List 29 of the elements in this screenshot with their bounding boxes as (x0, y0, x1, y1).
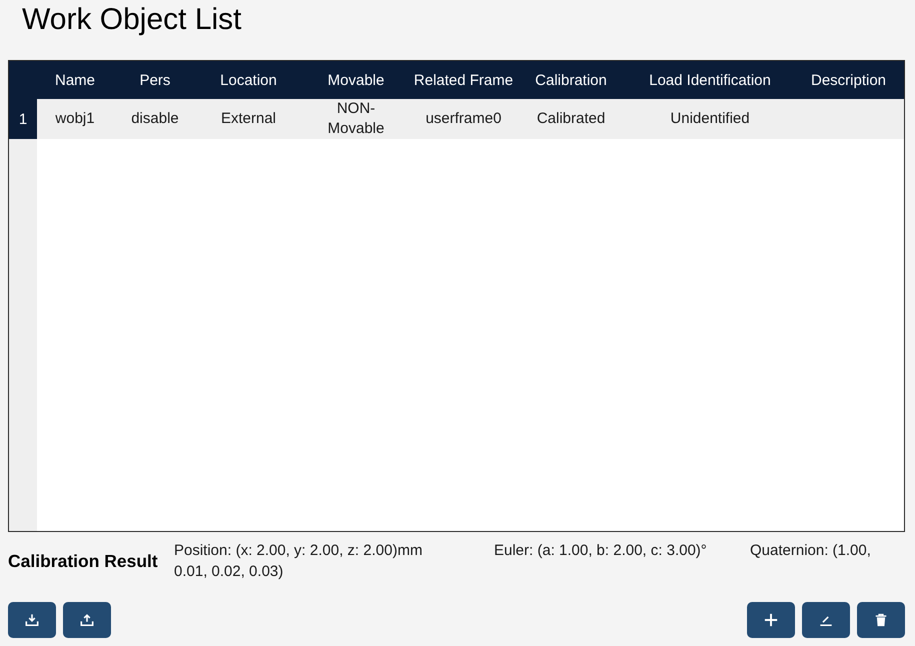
trash-icon (874, 613, 888, 627)
download-icon (25, 613, 39, 627)
page-title: Work Object List (21, 2, 243, 38)
column-header: Calibration (534, 70, 608, 90)
calibration-result-label: Calibration Result (8, 550, 159, 572)
table-cell-text: Unidentified (669, 109, 751, 129)
column-header: Name (54, 70, 96, 90)
table-cell-text: NON-Movable (326, 99, 386, 139)
row-number-cell: 1 (9, 99, 37, 139)
table-cell-text: userframe0 (424, 109, 502, 129)
column-header: Load Identification (648, 70, 772, 90)
column-header: Pers (138, 70, 172, 90)
plus-icon (764, 613, 778, 627)
column-header: Description (810, 70, 888, 90)
edit-button[interactable] (802, 602, 850, 638)
column-header: Movable (326, 70, 386, 90)
upload-button[interactable] (63, 602, 111, 638)
delete-button[interactable] (857, 602, 905, 638)
calibration-values: Position: (x: 2.00, y: 2.00, z: 2.00)mm Euler: (a: 1.00, b: 2.00, c: 3.00)° Quaternion: (1.00, 0.01, 0.02, 0.03) (174, 541, 872, 582)
table-cell-text: disable (130, 109, 180, 129)
table-cell-text: External (220, 109, 278, 129)
column-header: Location (219, 70, 278, 90)
table-cell-text: Calibrated (536, 109, 606, 129)
add-button[interactable] (747, 602, 795, 638)
table-cell-text: wobj1 (54, 109, 96, 129)
table-row[interactable]: 1 wobj1 disable External NON-Movable userframe0 Calibrated Unidentified (9, 99, 904, 139)
upload-icon (80, 613, 94, 627)
download-button[interactable] (8, 602, 56, 638)
column-header: Related Frame (412, 70, 514, 90)
